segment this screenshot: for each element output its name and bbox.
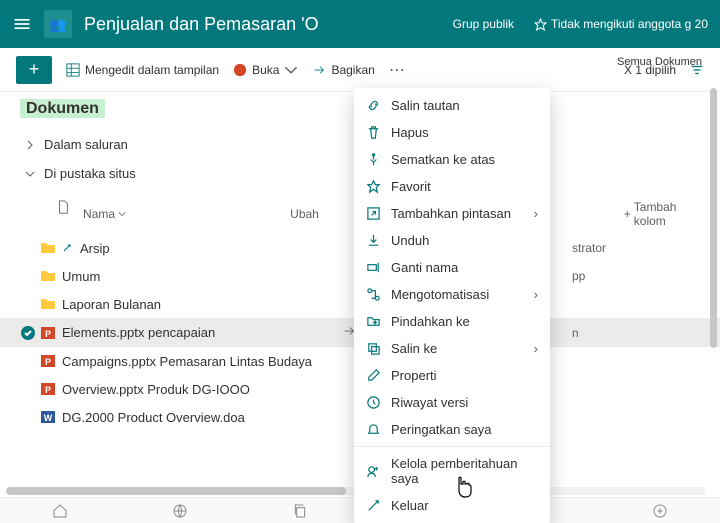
file-type-icon xyxy=(40,268,62,284)
file-type-icon: P xyxy=(40,325,62,341)
file-modifiedby: n xyxy=(572,326,579,340)
trash-icon xyxy=(366,125,381,140)
manage-icon xyxy=(366,464,381,479)
flow-icon xyxy=(366,287,381,302)
ctx-link[interactable]: Salin tautan xyxy=(354,92,550,119)
add-column[interactable]: + Tambah kolom xyxy=(624,200,700,228)
file-name[interactable]: DG.2000 Product Overview.doa xyxy=(62,410,342,425)
file-name[interactable]: Campaigns.pptx Pemasaran Lintas Budaya xyxy=(62,354,342,369)
suite-header: 👥 Penjualan dan Pemasaran 'O Grup publik… xyxy=(0,0,720,48)
file-name[interactable]: Elements.pptx pencapaian xyxy=(62,325,342,340)
powerpoint-icon xyxy=(233,63,247,77)
pin-icon xyxy=(366,152,381,167)
file-modifiedby: pp xyxy=(572,269,585,283)
ctx-moveto[interactable]: Pindahkan ke xyxy=(354,308,550,335)
ctx-props[interactable]: Properti xyxy=(354,362,550,389)
star-icon xyxy=(534,18,547,31)
col-type-icon[interactable] xyxy=(56,200,75,228)
chevron-right-icon xyxy=(24,139,36,151)
ctx-alert[interactable]: Peringatkan saya xyxy=(354,416,550,443)
site-logo: 👥 xyxy=(44,10,72,38)
ctx-shortcut[interactable]: Tambahkan pintasan› xyxy=(354,200,550,227)
ctx-history[interactable]: Riwayat versi xyxy=(354,389,550,416)
star-icon xyxy=(366,179,381,194)
chevron-down-icon xyxy=(24,168,36,180)
ctx-download[interactable]: Unduh xyxy=(354,227,550,254)
ctx-flow[interactable]: Mengotomatisasi› xyxy=(354,281,550,308)
context-menu: Salin tautanHapusSematkan ke atasFavorit… xyxy=(354,88,550,523)
file-modifiedby: strator xyxy=(572,241,606,255)
add-icon[interactable] xyxy=(652,503,668,519)
globe-icon[interactable] xyxy=(172,503,188,519)
vertical-scrollbar[interactable] xyxy=(708,48,718,485)
share-button[interactable]: Bagikan xyxy=(312,63,374,77)
file-name[interactable]: Arsip xyxy=(62,241,342,256)
shortcut-icon xyxy=(366,206,381,221)
group-visibility: Grup publik xyxy=(453,17,514,31)
svg-text:W: W xyxy=(44,413,53,423)
col-name[interactable]: Nama xyxy=(83,200,282,228)
grid-icon xyxy=(66,63,80,77)
open-button[interactable]: Buka xyxy=(233,63,298,77)
rename-icon xyxy=(366,260,381,275)
ctx-manage[interactable]: Kelola pemberitahuan saya xyxy=(354,450,550,492)
site-title: Penjualan dan Pemasaran 'O xyxy=(84,14,441,35)
exit-icon xyxy=(366,498,381,513)
chevron-right-icon: › xyxy=(534,287,538,302)
svg-text:P: P xyxy=(45,357,51,367)
chevron-right-icon: › xyxy=(534,206,538,221)
edit-grid-button[interactable]: Mengedit dalam tampilan xyxy=(66,63,219,77)
ctx-rename[interactable]: Ganti nama xyxy=(354,254,550,281)
app-launcher-icon[interactable] xyxy=(12,14,32,34)
file-type-icon: P xyxy=(40,381,62,397)
more-actions-button[interactable]: ⋯ xyxy=(389,60,405,80)
file-type-icon xyxy=(40,240,62,256)
props-icon xyxy=(366,368,381,383)
ctx-star[interactable]: Favorit xyxy=(354,173,550,200)
file-name[interactable]: Umum xyxy=(62,269,342,284)
chevron-right-icon: › xyxy=(534,341,538,356)
file-name[interactable]: Overview.pptx Produk DG-IOOO xyxy=(62,382,342,397)
chevron-down-icon xyxy=(118,210,126,218)
new-button[interactable]: + xyxy=(16,56,52,84)
file-type-icon: P xyxy=(40,353,62,369)
svg-text:P: P xyxy=(45,329,51,339)
follow-link[interactable]: Tidak mengikuti anggota g 20 xyxy=(534,17,708,31)
view-selector[interactable]: Semua Dokumen xyxy=(617,56,702,68)
check-icon xyxy=(20,325,36,341)
link-icon xyxy=(366,98,381,113)
file-type-icon: W xyxy=(40,409,62,425)
pin-icon xyxy=(62,243,72,253)
download-icon xyxy=(366,233,381,248)
file-name[interactable]: Laporan Bulanan xyxy=(62,297,342,312)
ctx-copyto[interactable]: Salin ke› xyxy=(354,335,550,362)
moveto-icon xyxy=(366,314,381,329)
svg-text:P: P xyxy=(45,385,51,395)
home-icon[interactable] xyxy=(52,503,68,519)
alert-icon xyxy=(366,422,381,437)
ctx-trash[interactable]: Hapus xyxy=(354,119,550,146)
copy-icon[interactable] xyxy=(292,503,308,519)
col-modified[interactable]: Ubah xyxy=(290,200,351,228)
command-bar: + Mengedit dalam tampilan Buka Bagikan ⋯… xyxy=(0,48,720,92)
share-icon xyxy=(312,63,326,77)
file-icon xyxy=(56,200,70,214)
history-icon xyxy=(366,395,381,410)
chevron-down-icon xyxy=(284,63,298,77)
ctx-exit[interactable]: Keluar xyxy=(354,492,550,519)
file-type-icon xyxy=(40,296,62,312)
ctx-pin[interactable]: Sematkan ke atas xyxy=(354,146,550,173)
copyto-icon xyxy=(366,341,381,356)
